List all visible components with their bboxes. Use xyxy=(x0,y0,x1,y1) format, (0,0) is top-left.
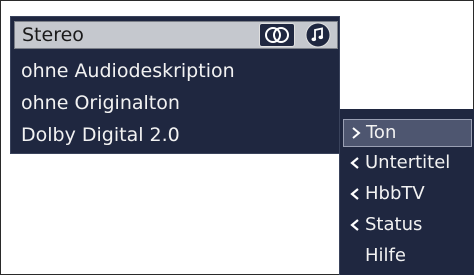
audio-option[interactable]: Dolby Digital 2.0 xyxy=(11,123,339,149)
music-note-icon xyxy=(305,22,331,48)
menu-item-label: Hilfe xyxy=(365,245,406,266)
menu-item-status[interactable]: Status xyxy=(343,212,470,238)
audio-option-label: ohne Originalton xyxy=(21,92,180,114)
menu-item-untertitel[interactable]: Untertitel xyxy=(343,150,470,176)
menu-item-label: Status xyxy=(365,214,423,235)
audio-option[interactable]: ohne Originalton xyxy=(11,91,339,117)
audio-option-selected[interactable]: Stereo xyxy=(14,21,338,49)
audio-option-label: Stereo xyxy=(22,24,84,46)
menu-item-hilfe[interactable]: Hilfe xyxy=(343,243,470,269)
stereo-rings-icon xyxy=(259,23,295,47)
chevron-left-icon xyxy=(349,181,363,207)
menu-item-label: Untertitel xyxy=(365,152,451,173)
chevron-right-icon xyxy=(350,120,364,146)
audio-option-label: ohne Audiodeskription xyxy=(21,60,235,82)
menu-item-label: HbbTV xyxy=(365,183,425,204)
audio-track-panel: Stereo ohne Audiodeskription ohne Origin… xyxy=(10,16,340,154)
menu-item-hbbtv[interactable]: HbbTV xyxy=(343,181,470,207)
chevron-left-icon xyxy=(349,150,363,176)
menu-item-ton[interactable]: Ton xyxy=(343,119,472,147)
context-menu: Ton Untertitel HbbTV Status Hilfe xyxy=(339,109,474,275)
audio-option-label: Dolby Digital 2.0 xyxy=(21,124,180,146)
chevron-left-icon xyxy=(349,212,363,238)
menu-item-label: Ton xyxy=(366,122,397,143)
audio-option[interactable]: ohne Audiodeskription xyxy=(11,59,339,85)
